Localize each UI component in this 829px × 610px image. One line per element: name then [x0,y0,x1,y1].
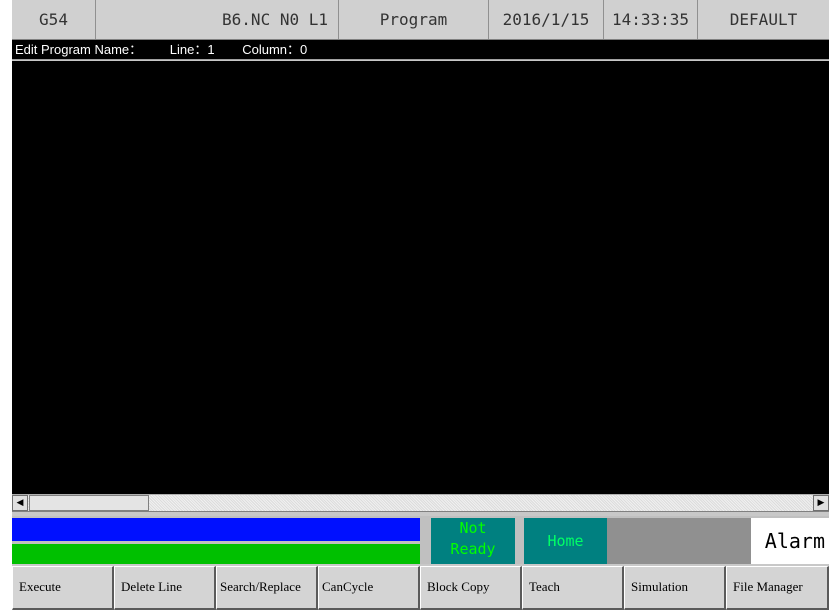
status-bar-blue [12,518,420,541]
scroll-thumb[interactable] [29,495,149,511]
edit-info-bar: Edit Program Name： Line：1 Column：0 [12,40,829,60]
not-ready-indicator: Not Ready [431,518,515,564]
coord-system: G54 [12,0,96,39]
time-display: 14:33:35 [604,0,698,39]
status-row: Not Ready Home Alarm [12,516,829,564]
teach-button[interactable]: Teach [522,566,624,610]
program-name-label: Edit Program Name： [15,42,143,57]
alarm-indicator[interactable]: Alarm [751,518,829,564]
block-copy-button[interactable]: Block Copy [420,566,522,610]
horizontal-scrollbar[interactable]: ◀ ▶ [12,494,829,512]
column-label: Column：0 [242,42,308,57]
program-editor[interactable] [12,61,829,494]
mode-indicator: Program [339,0,489,39]
status-bar-green [12,544,420,564]
not-ready-line2: Ready [450,540,496,558]
not-ready-line1: Not [459,519,487,537]
search-replace-button[interactable]: Search/Replace [216,566,318,610]
function-key-bar: Execute Delete Line Search/Replace CanCy… [12,566,829,610]
program-info: B6.NC N0 L1 [96,0,339,39]
file-manager-button[interactable]: File Manager [726,566,829,610]
profile-name: DEFAULT [729,10,798,29]
scroll-left-icon[interactable]: ◀ [12,495,28,511]
delete-line-button[interactable]: Delete Line [114,566,216,610]
cnc-window: G54 B6.NC N0 L1 Program 2016/1/15 14:33:… [12,0,829,610]
scroll-right-icon[interactable]: ▶ [813,495,829,511]
simulation-button[interactable]: Simulation [624,566,726,610]
status-blank-panel [607,518,751,564]
header-bar: G54 B6.NC N0 L1 Program 2016/1/15 14:33:… [12,0,829,40]
cancycle-button[interactable]: CanCycle [318,566,420,610]
date-display: 2016/1/15 [489,0,604,39]
line-label: Line：1 [169,42,215,57]
home-indicator: Home [524,518,607,564]
execute-button[interactable]: Execute [12,566,114,610]
